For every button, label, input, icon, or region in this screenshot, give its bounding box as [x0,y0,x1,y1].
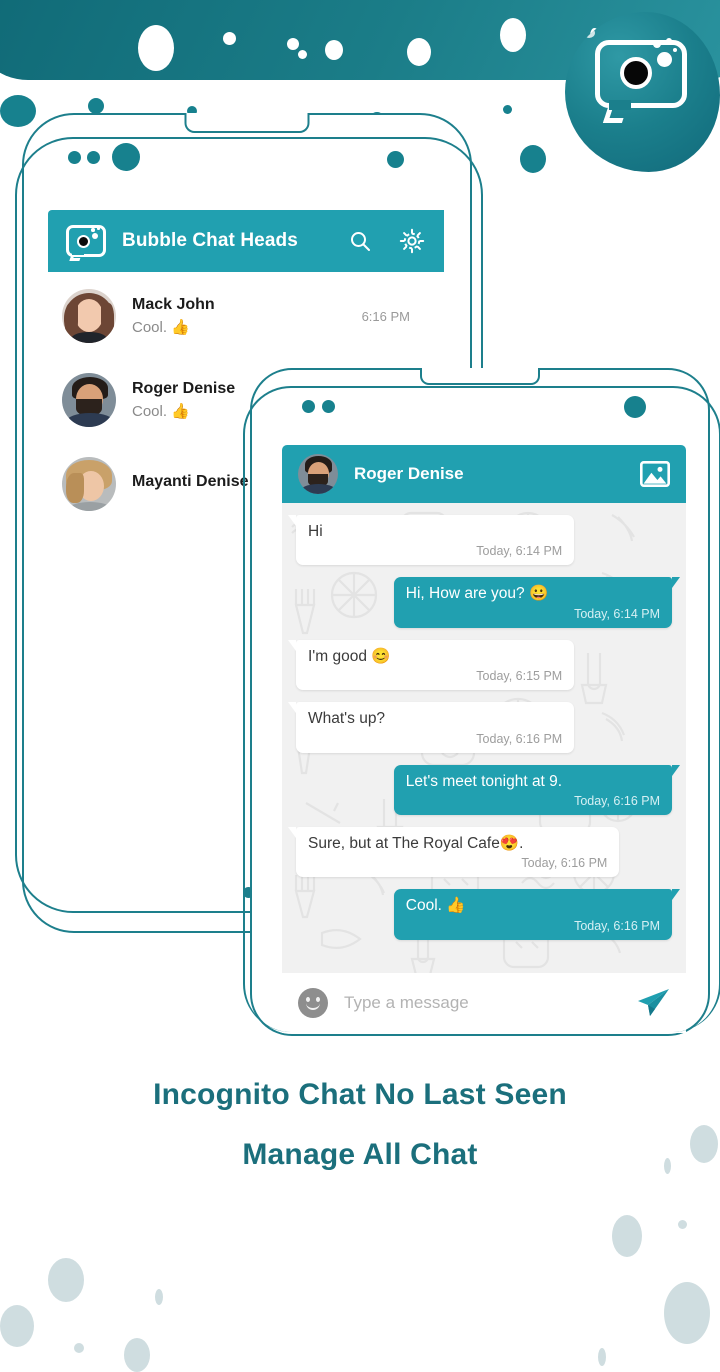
phone-sensor-dot [302,400,315,413]
list-item[interactable]: Mack John Cool. 👍 6:16 PM [48,278,444,354]
decor-bubble [155,1289,163,1305]
decor-bubble [0,95,36,127]
message-text: Let's meet tonight at 9. [405,772,563,790]
app-title: Bubble Chat Heads [122,230,298,251]
phone-earpiece-notch [420,368,540,385]
banner-bubble [325,40,343,60]
decor-bubble [48,1258,84,1302]
message-bubble: Cool. 👍 Today, 6:16 PM [393,889,681,940]
avatar [62,457,116,511]
logo-bubble-dot [657,52,672,67]
message-list[interactable]: Hi Today, 6:14 PM Hi, How are you? 😀 Tod… [282,503,686,973]
message-text: Cool. 👍 [405,897,466,915]
phone-sensor-dot [87,151,100,164]
contact-name: Mack John [132,296,215,313]
avatar[interactable] [298,454,338,494]
message-bubble: Hi, How are you? 😀 Today, 6:14 PM [393,577,681,628]
banner-bubble [287,38,299,50]
search-icon[interactable] [348,229,372,253]
logo-bubble-dot [673,48,677,52]
message-time: Today, 6:14 PM [574,606,660,621]
message-time: Today, 6:14 PM [476,544,563,559]
caption-line-1: Incognito Chat No Last Seen [153,1078,567,1111]
decor-bubble [678,1220,687,1229]
decor-bubble [664,1158,671,1174]
decor-bubble [88,98,104,114]
message-text: Hi, How are you? 😀 [405,585,549,603]
message-bubble: Sure, but at The Royal Cafe😍. Today, 6:1… [287,826,620,878]
phone-mockup-conversation: Roger Denise Hi Today, 6:14 PM Hi, How a… [243,368,720,1036]
message-bubble: Hi Today, 6:14 PM [287,515,575,566]
banner-bubble [407,38,431,66]
decor-bubble [74,1343,84,1353]
chat-list-header: Bubble Chat Heads [48,210,444,272]
decor-bubble [0,1305,34,1347]
image-gallery-icon[interactable] [639,460,670,487]
gear-icon[interactable] [398,227,426,255]
logo-bubble-dot [666,38,672,44]
message-time: Today, 6:16 PM [574,793,660,808]
avatar [62,289,116,343]
phone-camera-dot [624,396,646,418]
app-logo-badge [565,12,720,172]
banner-bubble [223,32,236,45]
logo-sparkle [583,28,595,38]
message-bubble: What's up? Today, 6:16 PM [287,702,575,753]
message-input[interactable]: Type a message [344,993,636,1013]
phone-earpiece-notch [184,113,310,133]
caption-block: Incognito Chat No Last Seen Manage All C… [0,1078,720,1172]
logo-tail-mask [609,100,631,110]
send-paper-plane-icon[interactable] [636,988,670,1018]
banner-bubble [500,18,526,52]
banner-bubble [138,25,174,71]
decor-bubble [124,1338,150,1372]
phone-camera-dot [387,151,404,168]
message-time: Today, 6:15 PM [476,669,563,684]
conversation-app: Roger Denise Hi Today, 6:14 PM Hi, How a… [282,445,686,1033]
message-text: I'm good 😊 [308,647,391,665]
promo-screenshot: Bubble Chat Heads Mack John Cool. 👍 6:16… [0,0,720,1372]
message-text: Hi [308,523,323,540]
phone-sensor-dot [68,151,81,164]
message-bubble: Let's meet tonight at 9. Today, 6:16 PM [393,764,681,815]
decor-bubble [690,1125,718,1163]
decor-bubble [612,1215,642,1257]
decor-bubble [503,105,512,114]
caption-line-2: Manage All Chat [242,1138,478,1171]
logo-bubble-dot [653,40,661,48]
banner-bubble [298,50,307,59]
phone-sensor-dot [322,400,335,413]
message-time: Today, 6:16 PM [574,918,660,933]
logo-camera-lens-icon [620,57,652,89]
message-time: Today, 6:16 PM [521,856,608,871]
emoji-smiley-icon[interactable] [298,988,328,1018]
message-text: What's up? [308,710,386,728]
avatar [62,373,116,427]
decor-bubble [664,1282,710,1344]
decor-bubble [520,145,546,173]
message-time: 6:16 PM [361,308,410,324]
message-bubble: I'm good 😊 Today, 6:15 PM [287,639,575,691]
phone-camera-dot [112,143,140,171]
message-preview: Cool. 👍 [132,319,190,336]
app-logo-icon [66,225,106,261]
message-text: Sure, but at The Royal Cafe😍. [308,834,524,852]
message-time: Today, 6:16 PM [476,731,563,746]
conversation-header: Roger Denise [282,445,686,503]
decor-bubble [598,1348,606,1366]
contact-name: Roger Denise [354,464,464,483]
message-input-bar: Type a message [282,973,686,1033]
